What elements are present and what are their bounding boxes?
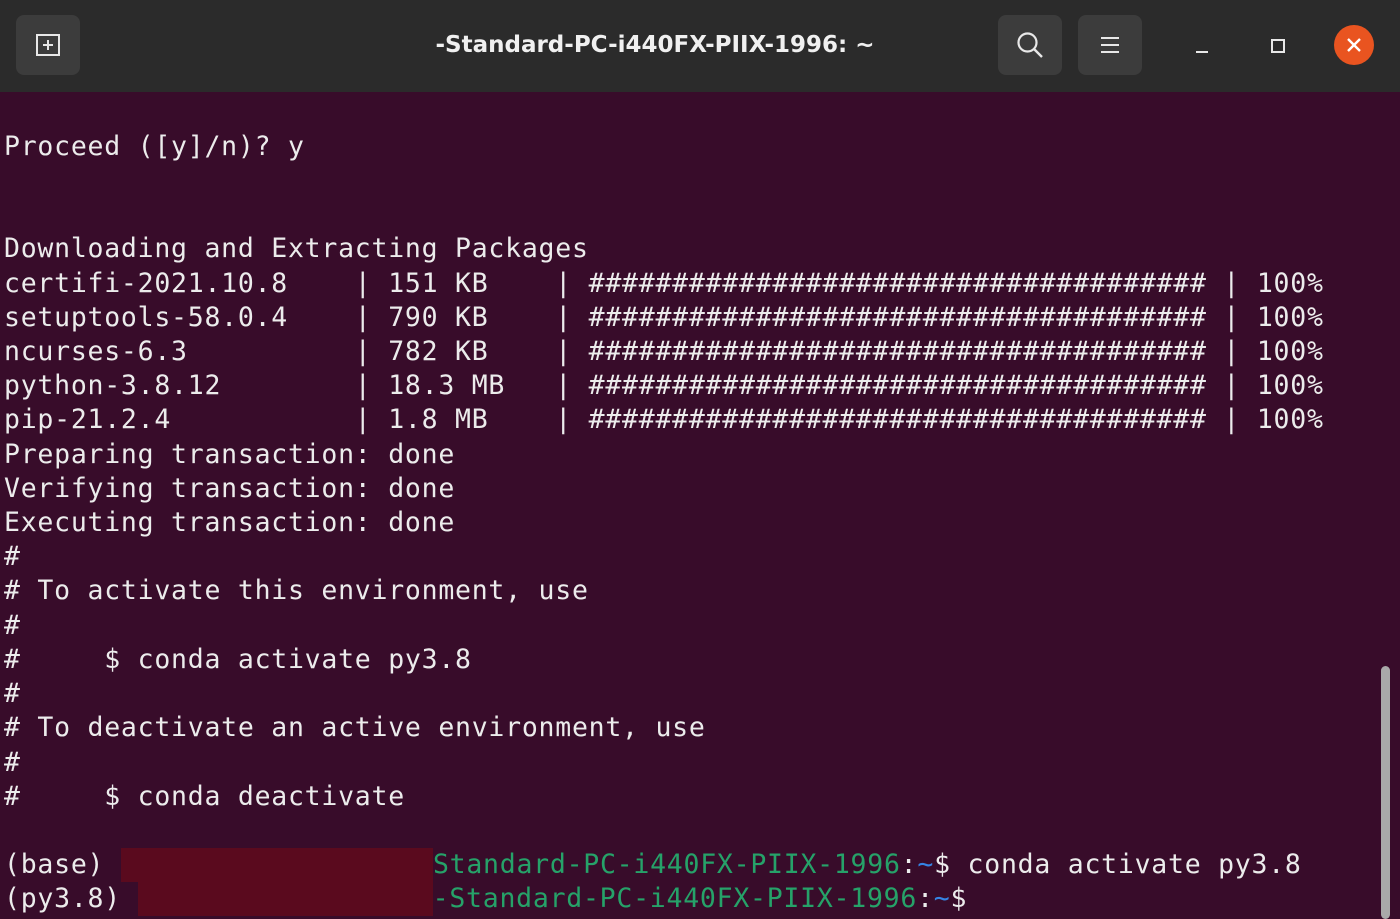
prompt-env: (py3.8) [4,883,138,914]
comment-line: # [4,678,21,709]
minimize-icon [1196,51,1208,53]
comment-line: # To deactivate an active environment, u… [4,712,706,743]
prompt-colon: : [900,849,918,880]
prompt-env: (base) [4,849,121,880]
redacted-username [120,848,433,882]
comment-line: # $ conda activate py3.8 [4,644,472,675]
package-line: certifi-2021.10.8 | 151 KB | ###########… [4,268,1324,299]
search-icon [1017,32,1043,58]
prompt-dollar: $ [934,849,968,880]
close-button[interactable] [1334,25,1374,65]
comment-line: # [4,541,21,572]
scrollbar-thumb[interactable] [1381,666,1390,919]
prompt-host: -Standard-PC-i440FX-PIIX-1996 [432,883,918,914]
package-line: python-3.8.12 | 18.3 MB | ##############… [4,370,1324,401]
prompt-host: Standard-PC-i440FX-PIIX-1996 [432,849,901,880]
maximize-icon [1271,39,1285,53]
terminal-output[interactable]: Proceed ([y]/n)? y Downloading and Extra… [0,92,1380,919]
minimize-button[interactable] [1182,26,1222,66]
proceed-line: Proceed ([y]/n)? y [4,131,305,162]
comment-line: # [4,747,21,778]
package-line: pip-21.2.4 | 1.8 MB | ##################… [4,404,1324,435]
prompt-path: ~ [933,883,951,914]
status-line: Executing transaction: done [4,507,456,538]
redacted-username [137,882,433,916]
package-line: ncurses-6.3 | 782 KB | #################… [4,336,1324,367]
status-line: Preparing transaction: done [4,439,456,470]
title-bar: -Standard-PC-i440FX-PIIX-1996: ~ [0,0,1400,92]
downloading-header: Downloading and Extracting Packages [4,233,589,264]
search-button[interactable] [998,15,1062,75]
comment-line: # [4,610,21,641]
prompt-path: ~ [917,849,935,880]
comment-line: # To activate this environment, use [4,575,589,606]
prompt-line-py38: (py3.8) -Standard-PC-i440FX-PIIX-1996:~$ [4,882,967,916]
comment-line: # $ conda deactivate [4,781,405,812]
prompt-command: conda activate py3.8 [967,849,1302,880]
maximize-button[interactable] [1258,26,1298,66]
menu-button[interactable] [1078,15,1142,75]
prompt-line-base: (base) Standard-PC-i440FX-PIIX-1996:~$ c… [4,848,1302,882]
terminal-window: -Standard-PC-i440FX-PIIX-1996: ~ Proceed… [0,0,1400,919]
hamburger-menu-icon [1101,37,1119,53]
package-line: setuptools-58.0.4 | 790 KB | ###########… [4,302,1324,333]
prompt-dollar: $ [950,883,968,914]
close-icon [1347,38,1361,52]
status-line: Verifying transaction: done [4,473,456,504]
prompt-colon: : [917,883,934,914]
